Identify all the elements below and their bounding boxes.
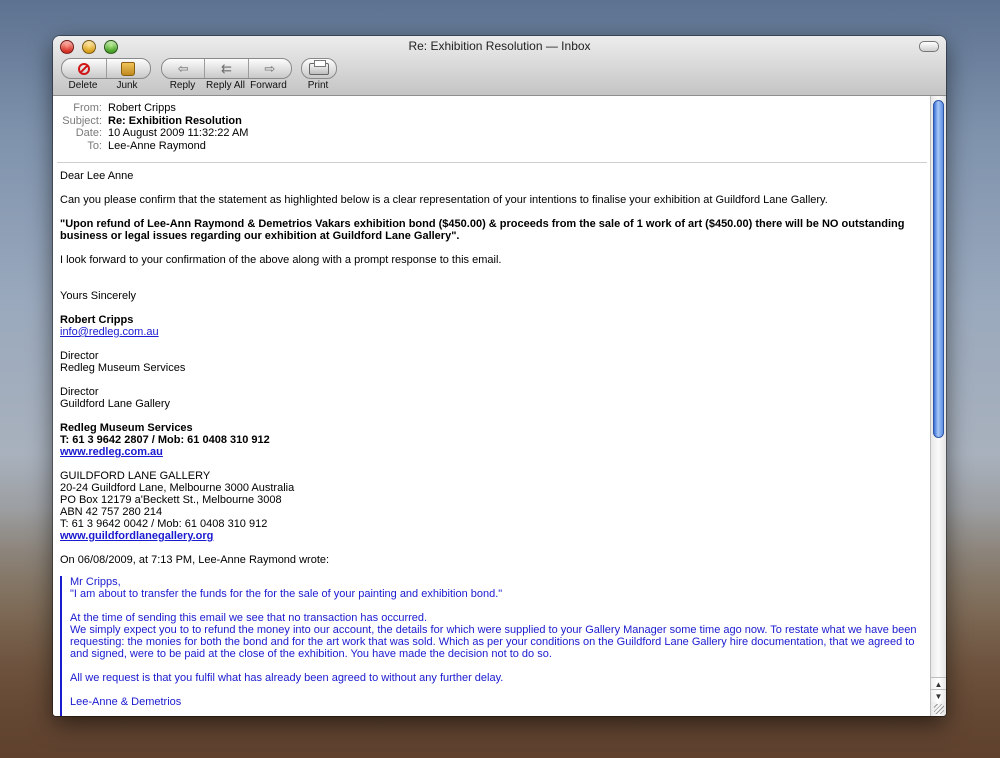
- header-divider: [57, 162, 927, 163]
- forward-button[interactable]: ⇨: [249, 59, 291, 78]
- quote-signature: Lee-Anne & Demetrios: [70, 696, 182, 708]
- org-2-abn: ABN 42 757 280 214: [60, 506, 163, 518]
- header-subject: Subject: Re: Exhibition Resolution: [59, 115, 248, 128]
- signoff: Yours Sincerely: [60, 290, 137, 302]
- printer-icon: [309, 59, 329, 75]
- junk-button[interactable]: [107, 59, 151, 78]
- delete-button[interactable]: [62, 59, 107, 78]
- quote-intro: On 06/08/2009, at 7:13 PM, Lee-Anne Raym…: [60, 554, 330, 566]
- print-label[interactable]: Print: [298, 80, 338, 91]
- role-2-org: Guildford Lane Gallery: [60, 398, 171, 410]
- reply-label[interactable]: Reply: [161, 80, 204, 91]
- from-key: From:: [73, 102, 102, 114]
- reply-all-arrow-icon: ⇇: [221, 61, 232, 76]
- org-2-name: GUILDFORD LANE GALLERY: [60, 470, 211, 482]
- org-1-name: Redleg Museum Services: [60, 422, 193, 434]
- window-title: Re: Exhibition Resolution — Inbox: [408, 39, 591, 53]
- quote-line-3: We simply expect you to to refund the mo…: [70, 624, 917, 660]
- junk-icon: [121, 61, 136, 76]
- resize-grip-icon[interactable]: [934, 704, 944, 714]
- org-1-phone: T: 61 3 9642 2807 / Mob: 61 0408 310 912: [60, 434, 270, 446]
- scroll-down-arrow-icon: ▼: [934, 691, 943, 701]
- scroll-down-button[interactable]: ▼: [931, 689, 946, 702]
- reply-arrow-icon: ⇦: [177, 61, 189, 76]
- org-2-web-link[interactable]: www.guildfordlanegallery.org: [60, 530, 213, 542]
- to-value[interactable]: Lee-Anne Raymond: [108, 140, 206, 153]
- quote-line-2: At the time of sending this email we see…: [70, 612, 428, 624]
- quoted-message: Mr Cripps, "I am about to transfer the f…: [60, 576, 924, 716]
- quote-line-1: "I am about to transfer the funds for th…: [70, 588, 503, 600]
- reply-button[interactable]: ⇦: [162, 59, 206, 78]
- title-bar[interactable]: Re: Exhibition Resolution — Inbox Delete…: [53, 36, 946, 96]
- message-viewer[interactable]: From: Robert Cripps Subject: Re: Exhibit…: [53, 96, 931, 716]
- mail-window: Re: Exhibition Resolution — Inbox Delete…: [53, 36, 946, 716]
- toolbar-toggle-button[interactable]: [919, 41, 939, 52]
- delete-junk-group: [61, 58, 151, 79]
- to-key: To:: [87, 139, 102, 152]
- org-2-address-2: PO Box 12179 a'Beckett St., Melbourne 30…: [60, 494, 282, 506]
- date-value: 10 August 2009 11:32:22 AM: [108, 127, 249, 139]
- role-2-title: Director: [60, 386, 99, 398]
- quote-salutation: Mr Cripps,: [70, 576, 121, 588]
- from-value[interactable]: Robert Cripps: [108, 102, 176, 115]
- role-1-org: Redleg Museum Services: [60, 362, 186, 374]
- paragraph-1: Can you please confirm that the statemen…: [60, 194, 828, 206]
- forward-arrow-icon: ⇨: [264, 61, 276, 76]
- highlighted-statement: "Upon refund of Lee-Ann Raymond & Demetr…: [60, 218, 905, 242]
- reply-all-button[interactable]: ⇇: [205, 59, 249, 78]
- delete-icon: [77, 62, 90, 75]
- reply-all-label[interactable]: Reply All: [204, 80, 247, 91]
- header-from: From: Robert Cripps: [59, 102, 248, 115]
- header-date: Date: 10 August 2009 11:32:22 AM: [59, 127, 249, 140]
- org-1-web-link[interactable]: www.redleg.com.au: [60, 446, 163, 458]
- subject-value: Re: Exhibition Resolution: [108, 114, 242, 127]
- junk-label[interactable]: Junk: [105, 80, 149, 91]
- message-body: Dear Lee Anne Can you please confirm tha…: [60, 170, 924, 716]
- delete-label[interactable]: Delete: [61, 80, 105, 91]
- reply-group: ⇦ ⇇ ⇨: [161, 58, 292, 79]
- forward-label[interactable]: Forward: [247, 80, 290, 91]
- toolbar: Delete Junk ⇦ ⇇ ⇨ Reply Reply All Forwar…: [53, 55, 946, 95]
- quote-line-4: All we request is that you fulfil what h…: [70, 672, 504, 684]
- role-1-title: Director: [60, 350, 99, 362]
- message-headers: From: Robert Cripps Subject: Re: Exhibit…: [59, 102, 248, 152]
- vertical-scrollbar[interactable]: ▲ ▼: [930, 96, 946, 716]
- header-to: To: Lee-Anne Raymond: [59, 140, 248, 153]
- date-key: Date:: [75, 127, 102, 139]
- print-group: [301, 58, 337, 79]
- signature-name: Robert Cripps: [60, 314, 134, 326]
- scrollbar-thumb[interactable]: [933, 100, 944, 438]
- signature-email-link[interactable]: info@redleg.com.au: [60, 326, 159, 338]
- paragraph-2: I look forward to your confirmation of t…: [60, 254, 502, 266]
- print-button[interactable]: [302, 59, 336, 78]
- subject-key: Subject:: [62, 114, 102, 127]
- greeting: Dear Lee Anne: [60, 170, 134, 182]
- org-2-address-1: 20-24 Guildford Lane, Melbourne 3000 Aus…: [60, 482, 295, 494]
- org-2-phone: T: 61 3 9642 0042 / Mob: 61 0408 310 912: [60, 518, 268, 530]
- scroll-up-arrow-icon: ▲: [934, 679, 943, 689]
